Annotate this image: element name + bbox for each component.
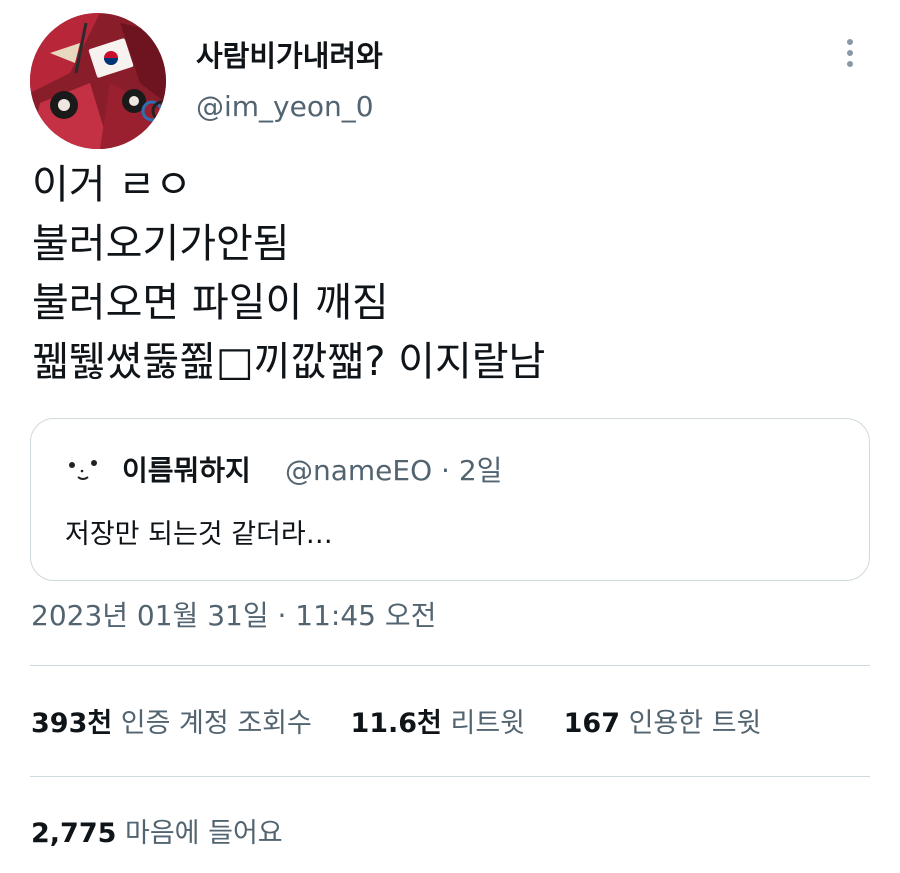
tweet-text-line: 꿻뛣쎴뚫쬞□끼깞쨃? 이지랄남 [32,339,546,385]
tweet-text-line: 불러오기가안됨 [32,221,290,267]
tweet-text-line: 이거 ㄹㅇ [32,162,192,208]
views-count: 393천 [31,708,113,739]
retweets-label: 리트윗 [450,708,526,739]
likes-label: 마음에 들어요 [125,818,283,849]
author-avatar[interactable] [30,13,166,149]
quoted-tweet-card[interactable]: 이름뭐하지 @nameEO · 2일 저장만 되는것 같더라… [30,418,870,581]
divider [30,665,870,666]
author-handle[interactable]: @im_yeon_0 [196,86,374,128]
tweet-stats: 393천 인증 계정 조회수 11.6천 리트윗 167 인용한 트윗 [31,702,791,746]
quotes-label: 인용한 트윗 [628,708,762,739]
retweets-stat[interactable]: 11.6천 리트윗 [350,708,525,739]
tweet-text: 이거 ㄹㅇ 불러오기가안됨 불러오면 파일이 깨짐 꿻뛣쎴뚫쬞□끼깞쨃? 이지랄… [32,156,545,392]
tweet-text-line: 불러오면 파일이 깨짐 [32,280,389,326]
views-stat[interactable]: 393천 인증 계정 조회수 [31,708,312,739]
avatar-icon [30,13,166,149]
quoted-text: 저장만 되는것 같더라… [65,519,333,550]
quotes-stat[interactable]: 167 인용한 트윗 [564,708,762,739]
quoted-handle[interactable]: @nameEO [285,454,432,487]
quoted-meta: @nameEO · 2일 [285,451,502,491]
quoted-separator: · [441,454,450,487]
quoted-display-name[interactable]: 이름뭐하지 [122,451,251,491]
likes-count: 2,775 [31,818,117,849]
quoted-time[interactable]: 2일 [459,454,503,487]
quoted-avatar-icon[interactable] [67,457,99,485]
divider [30,776,870,777]
likes-stat[interactable]: 2,775 마음에 들어요 [31,812,283,856]
author-display-name[interactable]: 사람비가내려와 [196,34,383,78]
more-options-icon[interactable] [836,36,864,72]
views-label: 인증 계정 조회수 [120,708,312,739]
tweet-timestamp[interactable]: 2023년 01월 31일 · 11:45 오전 [31,594,436,638]
quotes-count: 167 [563,708,620,739]
retweets-count: 11.6천 [350,708,442,739]
